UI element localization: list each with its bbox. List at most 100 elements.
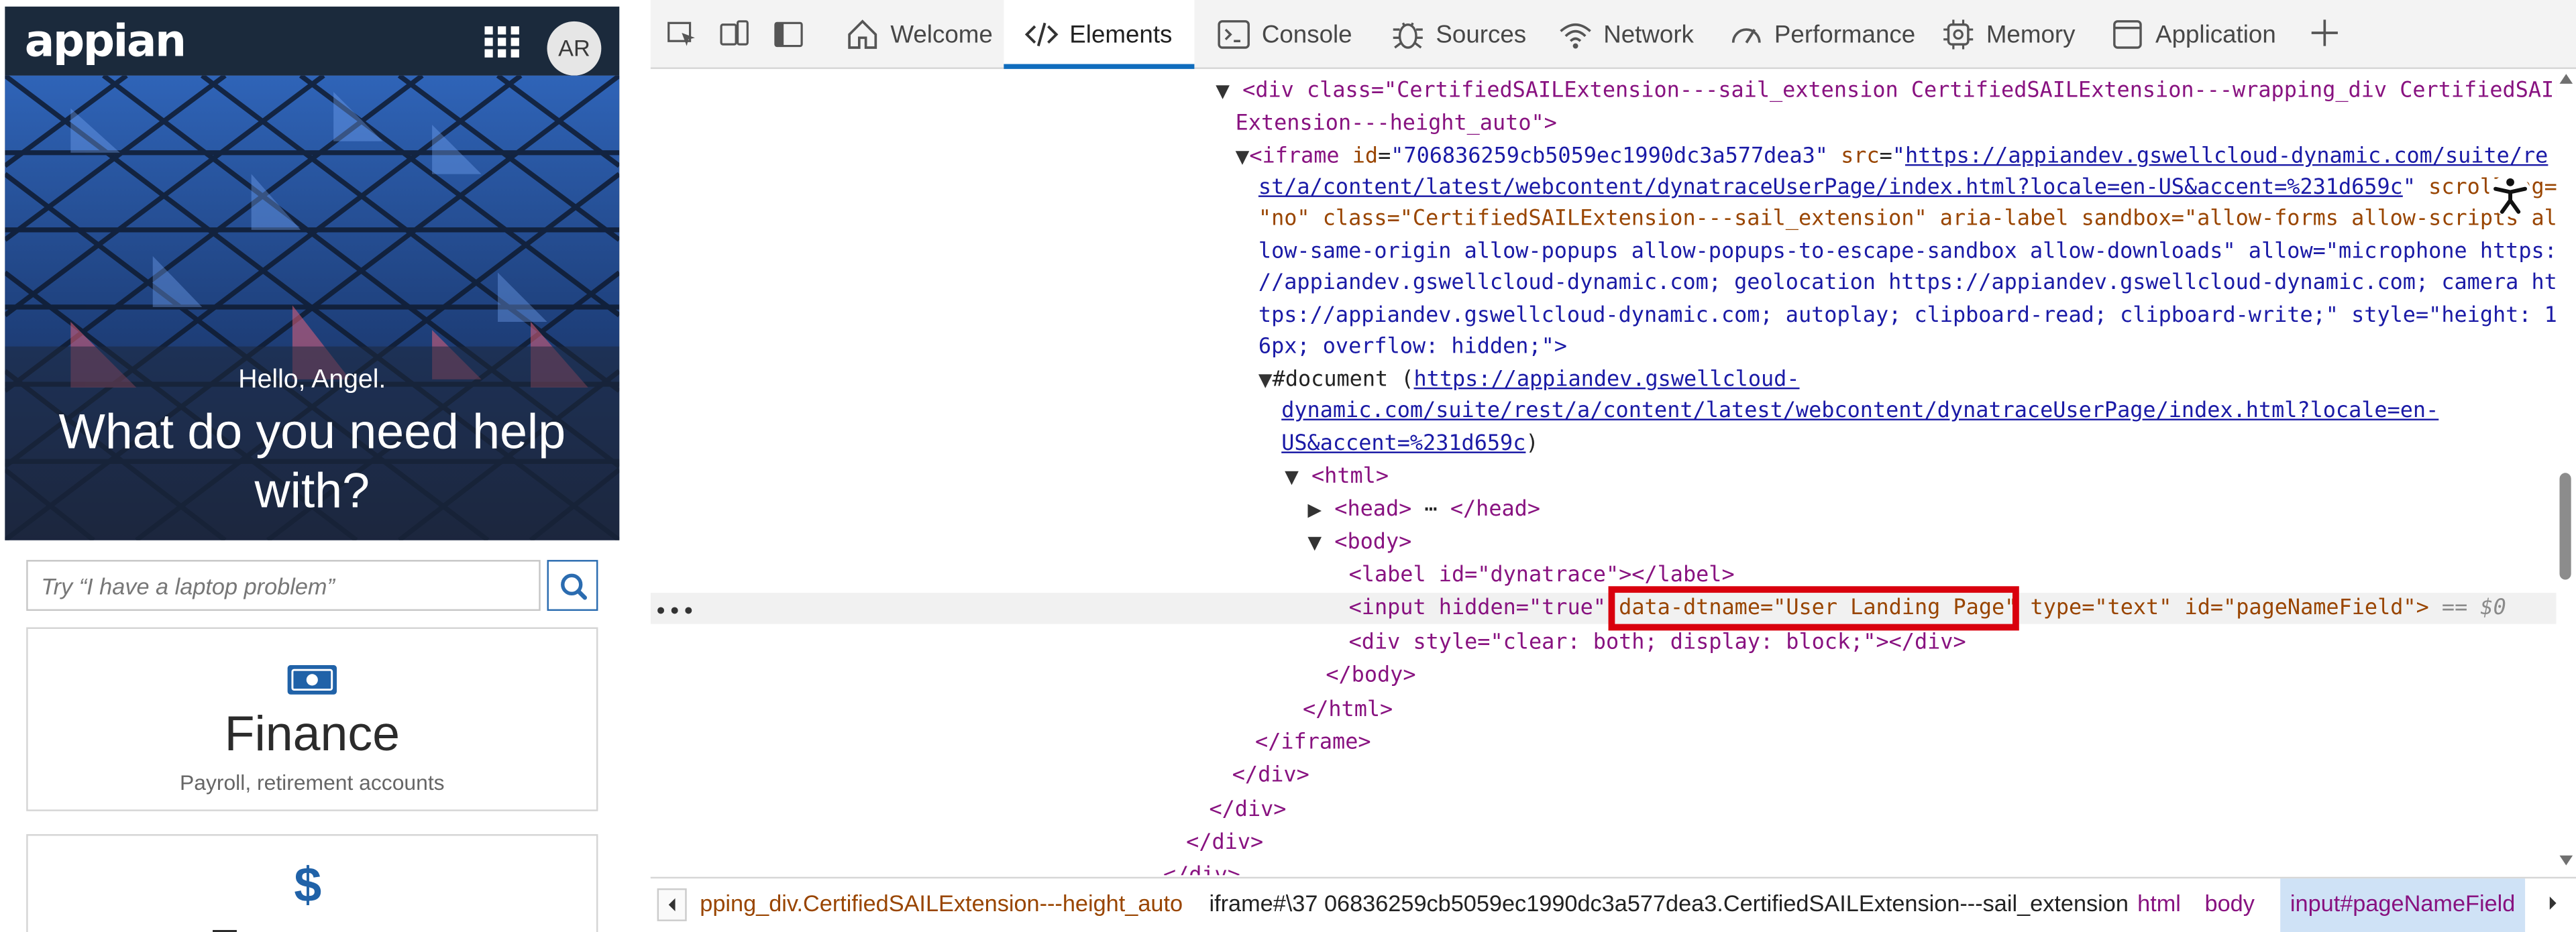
breadcrumb-item[interactable]: pping_div.CertifiedSAILExtension---heigh… bbox=[700, 878, 1183, 932]
breadcrumb-item[interactable]: iframe#\37 06836259cb5059ec1990dc3a577de… bbox=[1209, 878, 2129, 932]
div-close-node: </div> bbox=[1163, 860, 1240, 875]
appian-logo[interactable]: appian bbox=[25, 16, 186, 67]
iframe-node[interactable]: ▼<iframe id="706836259cb5059ec1990dc3a57… bbox=[1236, 141, 2548, 173]
breadcrumb-item-active[interactable]: input#pageNameField bbox=[2280, 878, 2526, 932]
breadcrumb: pping_div.CertifiedSAILExtension---heigh… bbox=[650, 876, 2576, 932]
dom-node-text: //appiandev.gswellcloud-dynamic.com; geo… bbox=[1258, 271, 2557, 296]
tab-memory[interactable]: Memory bbox=[1937, 0, 2101, 69]
dom-node-text: 6px; overflow: hidden;"> bbox=[1258, 335, 1567, 360]
dollar-icon: $ bbox=[294, 858, 322, 913]
appian-header: appian AR bbox=[5, 6, 620, 76]
card-title: Finance bbox=[224, 707, 400, 762]
document-label: #document ( bbox=[1272, 367, 1414, 393]
devtools-panel: Welcome Elements Console Sources Network… bbox=[650, 0, 2576, 932]
document-node-cont: US&accent=%231d659c) bbox=[1281, 428, 1538, 460]
head-node[interactable]: ▶ <head> ⋯ </head> bbox=[1307, 494, 1540, 526]
dom-node-text: </div> bbox=[1163, 864, 1240, 875]
tab-application[interactable]: Application bbox=[2106, 0, 2297, 69]
html-node[interactable]: ▼ <html> bbox=[1285, 461, 1389, 493]
div-node[interactable]: <div style="clear: both; display: block;… bbox=[1349, 628, 1966, 659]
highlight-box bbox=[1608, 586, 2019, 631]
inspect-element-icon[interactable] bbox=[667, 19, 696, 49]
dom-node-text: </head> bbox=[1450, 498, 1541, 522]
hero-banner: Hello, Angel. What do you need help with… bbox=[5, 75, 620, 540]
breadcrumb-item[interactable]: html bbox=[2137, 878, 2181, 932]
chevron-left-icon bbox=[668, 898, 676, 912]
dom-node-text: </div> bbox=[1209, 798, 1287, 823]
bug-icon bbox=[1393, 22, 1423, 49]
dom-node-text: </div> bbox=[1232, 763, 1309, 789]
breadcrumb-scroll-right[interactable] bbox=[2540, 888, 2569, 921]
selected-marker: == $0 bbox=[2428, 595, 2506, 621]
tab-label: Application bbox=[2155, 20, 2276, 49]
dom-node-text: </body> bbox=[1326, 663, 1416, 689]
tab-label: Sources bbox=[1436, 20, 1527, 49]
more-options-icon[interactable]: ••• bbox=[654, 599, 696, 626]
devtools-tabbar: Welcome Elements Console Sources Network… bbox=[650, 0, 2576, 69]
window-icon bbox=[2113, 20, 2142, 49]
iframe-id: 706836259cb5059ec1990dc3a577dea3 bbox=[1403, 144, 1815, 170]
card-subtitle: Payroll, retirement accounts bbox=[180, 770, 445, 795]
dock-sidebar-icon[interactable] bbox=[773, 19, 803, 49]
dom-node-text: <div style="clear: both; display: block;… bbox=[1348, 630, 1966, 656]
iframe-node-cont: //appiandev.gswellcloud-dynamic.com; geo… bbox=[1258, 268, 2557, 299]
iframe-src-link[interactable]: st/a/content/latest/webcontent/dynatrace… bbox=[1258, 176, 2403, 200]
document-url-link[interactable]: dynamic.com/suite/rest/a/content/latest/… bbox=[1281, 399, 2438, 424]
dom-node-text: <html> bbox=[1311, 465, 1389, 489]
dom-tree-scrollbar[interactable] bbox=[2556, 70, 2576, 876]
wifi-icon bbox=[1560, 23, 1591, 49]
category-card[interactable]: $ F bbox=[26, 834, 598, 932]
dom-node-text: <head> bbox=[1334, 498, 1412, 522]
chip-icon bbox=[1943, 19, 1974, 50]
scroll-thumb[interactable] bbox=[2559, 473, 2571, 580]
tab-label: Elements bbox=[1069, 20, 1173, 49]
dom-node-text: scrolling= bbox=[2415, 176, 2557, 200]
tab-console[interactable]: Console bbox=[1199, 0, 1371, 69]
dom-node-text: <body> bbox=[1334, 530, 1412, 555]
dom-node-text: <div class="CertifiedSAILExtension---sai… bbox=[1242, 78, 2557, 104]
iframe-node-cont: "no" class="CertifiedSAILExtension---sai… bbox=[1258, 204, 2557, 235]
breadcrumb-scroll-left[interactable] bbox=[657, 888, 687, 921]
console-icon bbox=[1218, 20, 1250, 49]
breadcrumb-item[interactable]: body bbox=[2205, 878, 2255, 932]
tab-label: Network bbox=[1603, 20, 1694, 49]
div-close-node: </div> bbox=[1209, 795, 1286, 826]
tab-network[interactable]: Network bbox=[1548, 0, 1719, 69]
tab-label: Performance bbox=[1774, 20, 1916, 49]
add-tab-icon[interactable] bbox=[2306, 15, 2343, 51]
gauge-icon bbox=[1731, 28, 1761, 44]
scroll-up-arrow-icon[interactable] bbox=[2559, 74, 2573, 84]
iframe-node-cont: low-same-origin allow-popups allow-popup… bbox=[1258, 237, 2557, 268]
card-title: F bbox=[209, 921, 239, 932]
dom-node-text: low-same-origin allow-popups allow-popup… bbox=[1258, 239, 2557, 265]
apps-grid-icon[interactable] bbox=[484, 26, 521, 59]
document-url-link[interactable]: https://appiandev.gswellcloud- bbox=[1414, 368, 1800, 393]
tab-elements[interactable]: Elements bbox=[1004, 0, 1195, 69]
tab-welcome[interactable]: Welcome bbox=[831, 0, 999, 69]
dom-node-text: <input hidden="true" bbox=[1348, 595, 1619, 621]
input-node-selected[interactable]: <input hidden="true" data-dtname="User L… bbox=[650, 593, 2557, 624]
iframe-node-cont: st/a/content/latest/webcontent/dynatrace… bbox=[1258, 176, 2557, 200]
category-card-finance[interactable]: Finance Payroll, retirement accounts bbox=[26, 627, 598, 811]
search-icon bbox=[561, 573, 588, 600]
body-node[interactable]: ▼ <body> bbox=[1307, 527, 1411, 559]
search-input[interactable]: Try “I have a laptop problem” bbox=[26, 560, 541, 611]
chevron-right-icon bbox=[2549, 896, 2557, 910]
dom-node-text: "no" class="CertifiedSAILExtension---sai… bbox=[1258, 207, 2557, 232]
dom-node[interactable]: ▼ <div class="CertifiedSAILExtension---s… bbox=[1216, 76, 2556, 107]
collapsed-ellipsis-icon[interactable]: ⋯ bbox=[1411, 498, 1450, 522]
iframe-src-link[interactable]: https://appiandev.gswellcloud-dynamic.co… bbox=[1905, 145, 2548, 170]
dom-node-text: </div> bbox=[1186, 831, 1264, 856]
scroll-down-arrow-icon[interactable] bbox=[2559, 855, 2573, 866]
tab-performance[interactable]: Performance bbox=[1722, 0, 1939, 69]
document-url-link[interactable]: US&accent=%231d659c bbox=[1281, 432, 1525, 457]
tab-sources[interactable]: Sources bbox=[1377, 0, 1541, 69]
search-button[interactable] bbox=[547, 560, 598, 611]
document-node[interactable]: ▼#document (https://appiandev.gswellclou… bbox=[1258, 365, 1800, 396]
home-icon bbox=[848, 19, 877, 49]
appian-page: appian AR Hello, Angel. What do you need… bbox=[0, 0, 625, 932]
dom-node-text: type="text" id="pageNameField"> bbox=[2017, 595, 2429, 621]
accessibility-icon[interactable] bbox=[2487, 172, 2534, 219]
device-emulation-icon[interactable] bbox=[720, 19, 749, 49]
avatar[interactable]: AR bbox=[547, 21, 602, 76]
